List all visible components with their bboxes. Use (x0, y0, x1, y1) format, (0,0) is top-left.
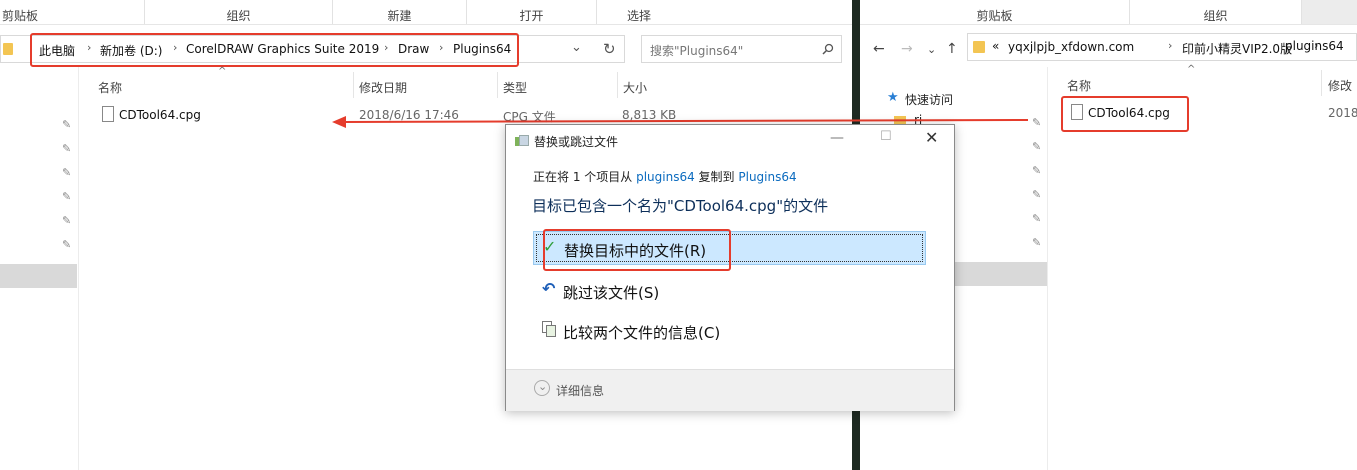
column-header-date-right[interactable]: 修改 (1328, 77, 1352, 94)
search-input[interactable]: 搜索"Plugins64" (650, 42, 743, 59)
star-icon: ★ (887, 90, 899, 105)
skip-option[interactable]: ↶ 跳过该文件(S) (533, 275, 926, 307)
ribbon-group-clipboard[interactable]: 剪贴板 (0, 0, 145, 24)
address-highlight-box (30, 33, 519, 67)
up-arrow-icon[interactable]: ↑ (946, 41, 958, 57)
right-ribbon: 剪贴板 组织 (860, 0, 1357, 25)
column-divider (353, 72, 354, 98)
pin-icon: ✎ (62, 166, 72, 179)
left-ribbon: 剪贴板 组织 新建 打开 选择 (0, 0, 852, 25)
details-label[interactable]: 详细信息 (556, 382, 604, 399)
folder-icon (3, 43, 13, 55)
back-arrow-icon[interactable]: ← (873, 41, 885, 57)
file-icon (102, 106, 114, 122)
pin-icon: ✎ (62, 214, 72, 227)
ribbon-overflow-button[interactable] (1302, 0, 1357, 24)
column-divider (617, 72, 618, 98)
compare-option-label: 比较两个文件的信息(C) (563, 324, 721, 342)
refresh-button[interactable]: ↻ (596, 35, 625, 63)
pin-icon: ✎ (62, 238, 72, 251)
pin-icon: ✎ (62, 118, 72, 131)
ribbon-group-new[interactable]: 新建 (333, 0, 467, 24)
pin-icon: ✎ (1032, 164, 1042, 177)
sort-arrow-icon: ^ (218, 66, 227, 77)
pin-icon: ✎ (62, 142, 72, 155)
skip-arrow-icon: ↶ (542, 279, 556, 298)
dialog-app-icon (515, 135, 529, 147)
copy-info: 正在将 1 个项目从 plugins64 复制到 Plugins64 (533, 168, 797, 185)
skip-option-label: 跳过该文件(S) (563, 284, 660, 302)
source-folder-link[interactable]: plugins64 (636, 170, 695, 184)
forward-arrow-icon[interactable]: → (901, 41, 913, 57)
left-search-box[interactable]: 搜索"Plugins64" (641, 35, 842, 63)
pin-icon: ✎ (1032, 212, 1042, 225)
compare-option[interactable]: 比较两个文件的信息(C) (533, 315, 926, 347)
ribbon-group-organize-right[interactable]: 组织 (1130, 0, 1302, 24)
file-name: CDTool64.cpg (119, 108, 201, 122)
quick-access-label[interactable]: 快速访问 (905, 91, 953, 108)
ribbon-group-select[interactable]: 选择 (597, 0, 681, 24)
copy-info-mid: 复制到 (694, 170, 739, 184)
chevron-down-icon: ⌄ (538, 380, 548, 393)
folder-icon (973, 41, 985, 53)
dialog-title: 替换或跳过文件 (534, 135, 619, 149)
breadcrumb-plugins64-right-visible[interactable]: plugins64 (1285, 39, 1344, 53)
refresh-icon: ↻ (603, 40, 616, 58)
column-header-name[interactable]: 名称 (98, 79, 122, 96)
pin-icon: ✎ (1032, 140, 1042, 153)
pin-icon: ✎ (62, 190, 72, 203)
replace-skip-dialog: 替换或跳过文件 — ☐ ✕ 正在将 1 个项目从 plugins64 复制到 P… (505, 124, 955, 411)
column-header-date[interactable]: 修改日期 (359, 79, 407, 96)
ribbon-group-open[interactable]: 打开 (467, 0, 597, 24)
chevron-down-icon[interactable]: ⌄ (571, 40, 582, 55)
close-icon[interactable]: ✕ (925, 128, 938, 147)
recent-chevron-icon[interactable]: ⌄ (927, 43, 936, 56)
column-header-type[interactable]: 类型 (503, 79, 527, 96)
breadcrumb-overflow[interactable]: « (992, 39, 999, 53)
column-header-name-right[interactable]: 名称 (1067, 77, 1091, 94)
pin-icon: ✎ (1032, 116, 1042, 129)
nav-selected-item[interactable] (0, 264, 77, 288)
copy-info-prefix: 正在将 1 个项目从 (533, 170, 637, 184)
column-header-size[interactable]: 大小 (623, 79, 647, 96)
minimize-icon[interactable]: — (830, 130, 844, 146)
ribbon-group-clipboard-right[interactable]: 剪贴板 (860, 0, 1130, 24)
column-divider (497, 72, 498, 98)
compare-files-icon (542, 321, 556, 337)
dialog-footer: ⌄ 详细信息 (506, 369, 954, 411)
pin-icon: ✎ (1032, 236, 1042, 249)
replace-highlight-box (543, 229, 731, 271)
file-date-right: 2018, (1328, 106, 1357, 120)
column-divider (1321, 70, 1322, 96)
maximize-icon[interactable]: ☐ (880, 129, 892, 144)
search-icon (822, 43, 834, 55)
sort-arrow-icon: ^ (1187, 64, 1196, 75)
breadcrumb-vip[interactable]: 印前小精灵VIP2.0版 (1182, 40, 1292, 57)
chevron-right-icon: › (1168, 39, 1173, 52)
ribbon-group-organize[interactable]: 组织 (145, 0, 333, 24)
breadcrumb-yqxjlpjb[interactable]: yqxjlpjb_xfdown.com (1008, 40, 1134, 54)
expand-details-button[interactable]: ⌄ (534, 380, 550, 396)
pin-icon: ✎ (1032, 188, 1042, 201)
dest-folder-link[interactable]: Plugins64 (738, 170, 796, 184)
nav-selected-item-right[interactable] (952, 262, 1047, 286)
dialog-heading: 目标已包含一个名为"CDTool64.cpg"的文件 (532, 197, 829, 215)
file-highlight-box (1061, 96, 1189, 132)
